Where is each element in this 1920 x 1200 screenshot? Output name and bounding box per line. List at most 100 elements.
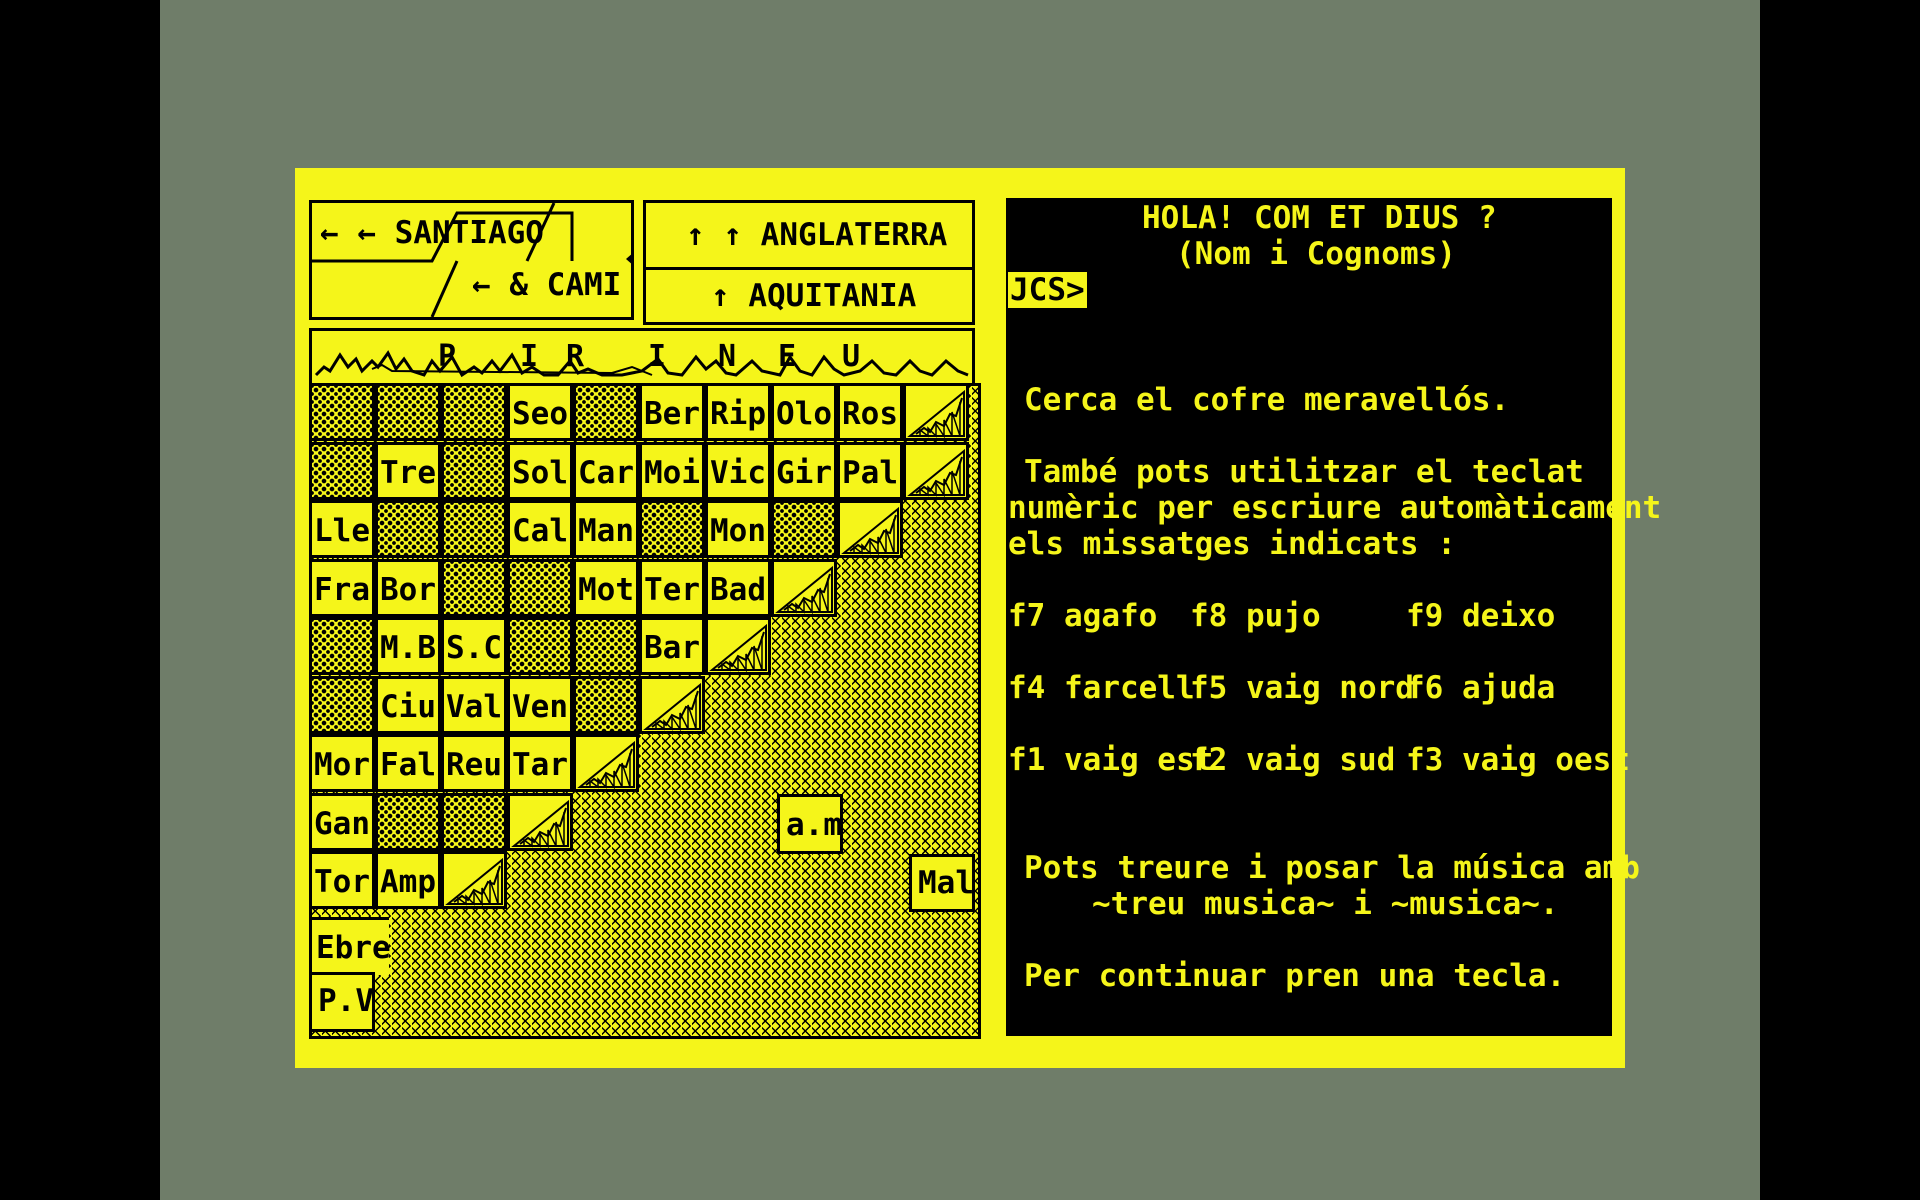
map-cell-mountain[interactable] (507, 617, 573, 675)
map-cell-coast[interactable] (705, 617, 771, 675)
map-cell-coast[interactable] (771, 558, 837, 617)
map-cell[interactable]: Pal (837, 441, 903, 500)
map-cell-mountain[interactable] (441, 500, 507, 558)
map-cell-coast[interactable] (903, 383, 969, 441)
map-cell[interactable]: Mor (309, 734, 375, 792)
map-cell[interactable]: Seo (507, 383, 573, 441)
map-cell[interactable]: Ter (639, 558, 705, 617)
coastline-icon (775, 565, 833, 614)
map-cell[interactable]: Sol (507, 441, 573, 500)
map-cell-mountain[interactable] (309, 675, 375, 734)
pirineu-letter: I (648, 339, 667, 374)
name-hint: (Nom i Cognoms) (1176, 236, 1456, 272)
map-cell-coast[interactable] (573, 734, 639, 792)
map-cell[interactable]: Fra (309, 558, 375, 617)
message-panel: HOLA! COM ET DIUS ? (Nom i Cognoms) JCS>… (1006, 198, 1661, 1036)
map-cell-coast[interactable] (507, 792, 573, 851)
map-cell-mountain[interactable] (573, 617, 639, 675)
exit-santiago-box[interactable]: ← ← SANTIAGO ← & CAMI (309, 200, 634, 320)
map-cell[interactable]: Cal (507, 500, 573, 558)
path-marker-icon (626, 252, 634, 266)
map-label-mal[interactable]: Mal (909, 854, 975, 912)
map-grid: Seo Ber Rip Olo Ros Tre Sol Car Moi Vic Gir Pal Lle C… (309, 383, 975, 1033)
map-cell-mountain[interactable] (441, 558, 507, 617)
key-f6[interactable]: f6 ajuda (1406, 670, 1555, 706)
map-cell[interactable]: Mot (573, 558, 639, 617)
map-cell[interactable]: Ber (639, 383, 705, 441)
map-cell[interactable]: Ven (507, 675, 573, 734)
keypad-hint-1: També pots utilitzar el teclat (1024, 454, 1584, 490)
key-f7[interactable]: f7 agafo (1008, 598, 1157, 634)
exit-anglaterra-box[interactable]: ↑ ↑ ANGLATERRA (643, 200, 975, 270)
map-cell[interactable]: Amp (375, 851, 441, 909)
map-cell[interactable]: Vic (705, 441, 771, 500)
map-label-ebre[interactable]: Ebre (309, 917, 391, 975)
map-cell[interactable]: Car (573, 441, 639, 500)
map-cell-mountain[interactable] (309, 383, 375, 441)
map-cell[interactable]: Mon (705, 500, 771, 558)
map-cell-mountain[interactable] (771, 500, 837, 558)
map-label-am[interactable]: a.m (777, 794, 843, 854)
map-cell[interactable]: Bor (375, 558, 441, 617)
map-cell[interactable]: Tor (309, 851, 375, 909)
coastline-icon (445, 857, 503, 906)
map-cell[interactable]: Bar (639, 617, 705, 675)
goal-text: Cerca el cofre meravellós. (1024, 382, 1510, 418)
map-cell-coast[interactable] (639, 675, 705, 734)
map-cell-mountain[interactable] (309, 617, 375, 675)
key-f5[interactable]: f5 vaig nord (1190, 670, 1414, 706)
map-cell[interactable]: Lle (309, 500, 375, 558)
map-cell[interactable]: Tar (507, 734, 573, 792)
map-cell[interactable]: Gir (771, 441, 837, 500)
map-cell[interactable]: Moi (639, 441, 705, 500)
map-cell-coast[interactable] (837, 500, 903, 558)
key-f3[interactable]: f3 vaig oest (1406, 742, 1630, 778)
map-cell[interactable]: Ciu (375, 675, 441, 734)
key-f2[interactable]: f2 vaig sud (1190, 742, 1395, 778)
map-cell-mountain[interactable] (573, 675, 639, 734)
anglaterra-label[interactable]: ↑ ↑ ANGLATERRA (686, 217, 947, 253)
map-cell[interactable]: Ros (837, 383, 903, 441)
map-cell-coast[interactable] (441, 851, 507, 909)
key-f9[interactable]: f9 deixo (1406, 598, 1555, 634)
aquitania-label[interactable]: ↑ AQUITANIA (711, 278, 916, 314)
greeting: HOLA! COM ET DIUS ? (1142, 200, 1497, 236)
map-cell-coast[interactable] (903, 441, 969, 500)
coastline-icon (577, 740, 635, 789)
key-f1[interactable]: f1 vaig est (1008, 742, 1213, 778)
exit-aquitania-box[interactable]: ↑ AQUITANIA (643, 267, 975, 325)
map-cell[interactable]: Gan (309, 792, 375, 851)
pirineu-letter: E (778, 339, 797, 374)
map-cell-mountain[interactable] (573, 383, 639, 441)
keypad-hint-3: els missatges indicats : (1008, 526, 1456, 562)
name-input[interactable]: JCS> (1008, 272, 1087, 308)
map-cell[interactable]: Man (573, 500, 639, 558)
map-cell-mountain[interactable] (507, 558, 573, 617)
music-hint-1: Pots treure i posar la música amb (1024, 850, 1640, 886)
key-f8[interactable]: f8 pujo (1190, 598, 1321, 634)
map-cell[interactable]: S.C (441, 617, 507, 675)
map-cell-mountain[interactable] (375, 792, 441, 851)
map-cell[interactable]: Reu (441, 734, 507, 792)
key-f4[interactable]: f4 farcell (1008, 670, 1195, 706)
map-cell-mountain[interactable] (441, 441, 507, 500)
pirineu-letter: P (438, 339, 457, 374)
map-label-pv[interactable]: P.V (309, 972, 375, 1032)
cami-label[interactable]: ← & CAMI (472, 267, 621, 303)
coastline-icon (511, 799, 569, 848)
map-cell[interactable]: Tre (375, 441, 441, 500)
map-cell[interactable]: Val (441, 675, 507, 734)
map-cell[interactable]: Fal (375, 734, 441, 792)
coastline-icon (907, 448, 965, 497)
map-cell[interactable]: Olo (771, 383, 837, 441)
map-cell-mountain[interactable] (309, 441, 375, 500)
map-cell-mountain[interactable] (639, 500, 705, 558)
map-cell[interactable]: Rip (705, 383, 771, 441)
map-cell-mountain[interactable] (375, 383, 441, 441)
map-cell[interactable]: Bad (705, 558, 771, 617)
map-cell[interactable]: M.B (375, 617, 441, 675)
map-cell-mountain[interactable] (441, 792, 507, 851)
santiago-label[interactable]: ← ← SANTIAGO (320, 215, 544, 251)
map-cell-mountain[interactable] (375, 500, 441, 558)
map-cell-mountain[interactable] (441, 383, 507, 441)
